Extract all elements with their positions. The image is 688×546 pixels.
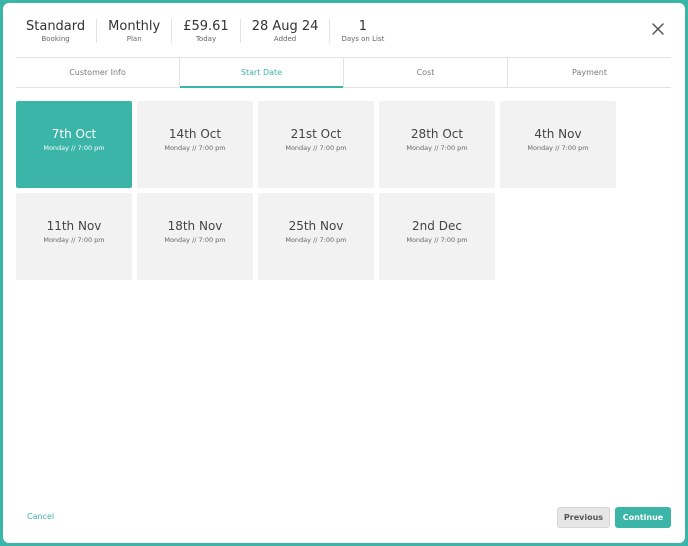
date-time: Monday // 7:00 pm — [164, 236, 226, 244]
summary-value: Standard — [26, 19, 86, 34]
date-card[interactable]: 18th Nov Monday // 7:00 pm — [137, 193, 253, 280]
summary-value: 28 Aug 24 — [251, 19, 319, 34]
date-title: 28th Oct — [410, 127, 464, 141]
summary-label: Plan — [126, 35, 142, 43]
date-time: Monday // 7:00 pm — [406, 236, 468, 244]
date-card[interactable]: 11th Nov Monday // 7:00 pm — [16, 193, 132, 280]
cancel-link[interactable]: Cancel — [27, 512, 54, 521]
date-time: Monday // 7:00 pm — [43, 144, 105, 152]
close-icon[interactable] — [651, 21, 665, 35]
summary-days-on-list: 1 Days on List — [330, 19, 395, 43]
date-card[interactable]: 21st Oct Monday // 7:00 pm — [258, 101, 374, 188]
summary-value: £59.61 — [183, 19, 229, 34]
date-card[interactable]: 7th Oct Monday // 7:00 pm — [16, 101, 132, 188]
date-time: Monday // 7:00 pm — [527, 144, 589, 152]
step-tabs: Customer Info Start Date Cost Payment — [16, 57, 671, 88]
summary-label: Added — [273, 35, 297, 43]
date-title: 21st Oct — [290, 127, 342, 141]
date-card[interactable]: 2nd Dec Monday // 7:00 pm — [379, 193, 495, 280]
date-title: 2nd Dec — [412, 219, 462, 233]
summary-value: Monthly — [108, 19, 161, 34]
start-date-grid: 7th Oct Monday // 7:00 pm 14th Oct Monda… — [16, 101, 621, 280]
date-title: 25th Nov — [288, 219, 344, 233]
tab-payment[interactable]: Payment — [508, 58, 671, 87]
summary-label: Booking — [41, 35, 70, 43]
previous-button[interactable]: Previous — [557, 507, 610, 528]
summary-today: £59.61 Today — [172, 19, 241, 43]
date-title: 11th Nov — [46, 219, 102, 233]
date-title: 4th Nov — [534, 127, 582, 141]
date-title: 18th Nov — [167, 219, 223, 233]
continue-button[interactable]: Continue — [615, 507, 671, 528]
date-card[interactable]: 14th Oct Monday // 7:00 pm — [137, 101, 253, 188]
date-time: Monday // 7:00 pm — [406, 144, 468, 152]
summary-label: Today — [195, 35, 217, 43]
tab-customer-info[interactable]: Customer Info — [16, 58, 180, 87]
date-time: Monday // 7:00 pm — [285, 236, 347, 244]
date-title: 14th Oct — [168, 127, 222, 141]
booking-summary: Standard Booking Monthly Plan £59.61 Tod… — [15, 19, 395, 43]
date-time: Monday // 7:00 pm — [164, 144, 226, 152]
summary-value: 1 — [358, 19, 368, 34]
date-card[interactable]: 28th Oct Monday // 7:00 pm — [379, 101, 495, 188]
summary-label: Days on List — [341, 35, 385, 43]
date-card[interactable]: 4th Nov Monday // 7:00 pm — [500, 101, 616, 188]
summary-plan: Monthly Plan — [97, 19, 173, 43]
booking-modal: Standard Booking Monthly Plan £59.61 Tod… — [3, 3, 685, 543]
tab-cost[interactable]: Cost — [344, 58, 508, 87]
tab-start-date[interactable]: Start Date — [180, 58, 344, 88]
date-card[interactable]: 25th Nov Monday // 7:00 pm — [258, 193, 374, 280]
date-time: Monday // 7:00 pm — [43, 236, 105, 244]
summary-added: 28 Aug 24 Added — [241, 19, 331, 43]
date-time: Monday // 7:00 pm — [285, 144, 347, 152]
date-title: 7th Oct — [51, 127, 97, 141]
summary-booking: Standard Booking — [15, 19, 98, 43]
